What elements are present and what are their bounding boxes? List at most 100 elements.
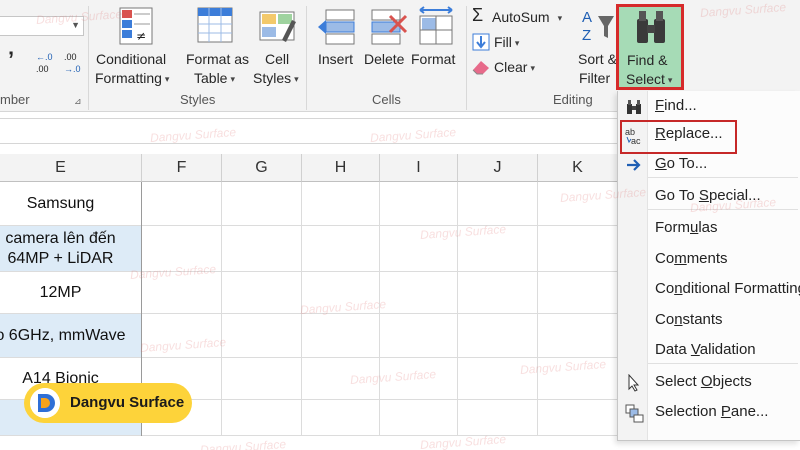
fill-down-icon[interactable]	[472, 33, 490, 51]
table-cell[interactable]: 12MP	[0, 272, 142, 314]
menu-item-label: Go To Special...	[655, 187, 761, 204]
table-cell[interactable]	[380, 400, 458, 436]
cell-styles-button[interactable]: Styles ▾	[253, 69, 299, 89]
number-format-dropdown[interactable]: ▼	[0, 16, 84, 36]
svg-text:→.0: →.0	[64, 64, 81, 74]
sort-filter-icon[interactable]: A Z	[580, 6, 616, 46]
format-as-table-icon[interactable]	[196, 6, 234, 46]
menu-separator	[648, 209, 798, 210]
comma-style-button[interactable]: ’	[8, 49, 14, 71]
conditional-formatting-label-1[interactable]: Conditional	[96, 50, 166, 69]
column-header[interactable]: E	[0, 154, 142, 182]
table-cell[interactable]	[538, 272, 618, 314]
table-cell[interactable]	[538, 314, 618, 358]
format-cells-icon[interactable]	[416, 6, 456, 46]
menu-item-label: Conditional Formatting	[655, 280, 800, 297]
eraser-icon[interactable]	[471, 58, 491, 76]
table-cell[interactable]	[380, 226, 458, 272]
binoculars-icon	[625, 98, 643, 116]
format-button[interactable]: Format	[411, 50, 455, 69]
table-cell[interactable]	[222, 314, 302, 358]
menu-item[interactable]: Find...	[618, 93, 800, 121]
table-cell[interactable]	[222, 182, 302, 226]
editing-group-label: Editing	[553, 92, 593, 107]
table-cell[interactable]	[302, 400, 380, 436]
svg-text:≠: ≠	[136, 29, 146, 43]
autosum-button[interactable]: AutoSum ▾	[492, 8, 562, 28]
format-as-table-label-1[interactable]: Format as	[186, 50, 249, 69]
table-cell[interactable]	[458, 182, 538, 226]
menu-separator	[648, 177, 798, 178]
menu-item[interactable]: Select Objects	[618, 369, 800, 397]
replace-highlight-box	[620, 120, 737, 154]
column-header[interactable]: J	[458, 154, 538, 182]
column-header[interactable]: K	[538, 154, 618, 182]
column-header[interactable]: F	[142, 154, 222, 182]
table-cell[interactable]: o 6GHz, mmWave	[0, 314, 142, 358]
table-cell[interactable]	[458, 314, 538, 358]
menu-item[interactable]: Comments	[618, 246, 800, 274]
ribbon-separator	[466, 6, 467, 110]
menu-item[interactable]: Go To Special...	[618, 183, 800, 211]
clear-button[interactable]: Clear ▾	[494, 58, 535, 78]
table-cell[interactable]	[142, 272, 222, 314]
table-cell[interactable]	[538, 226, 618, 272]
menu-item-label: Find...	[655, 97, 697, 114]
menu-item[interactable]: Go To...	[618, 151, 800, 179]
delete-cells-icon[interactable]	[368, 6, 408, 46]
menu-item[interactable]: Formulas	[618, 215, 800, 243]
delete-button[interactable]: Delete	[364, 50, 404, 69]
table-cell[interactable]	[458, 358, 538, 400]
column-header[interactable]: I	[380, 154, 458, 182]
column-header[interactable]: H	[302, 154, 380, 182]
insert-cells-icon[interactable]	[316, 6, 356, 46]
brand-badge: Dangvu Surface	[24, 383, 192, 423]
cell-styles-icon[interactable]	[258, 6, 296, 46]
menu-item[interactable]: Conditional Formatting	[618, 276, 800, 304]
cell-styles-label-1[interactable]: Cell	[265, 50, 289, 69]
table-cell[interactable]: camera lên đến 64MP + LiDAR	[0, 226, 142, 272]
sort-filter-button[interactable]: Filter	[579, 69, 610, 88]
table-cell[interactable]	[380, 272, 458, 314]
dialog-launcher-icon[interactable]: ⊿	[74, 96, 82, 107]
table-cell[interactable]	[302, 358, 380, 400]
table-cell[interactable]	[380, 358, 458, 400]
table-cell[interactable]	[538, 182, 618, 226]
fill-button[interactable]: Fill ▾	[494, 33, 519, 53]
conditional-formatting-icon[interactable]: ≠	[118, 6, 154, 46]
find-select-button[interactable]: Find & Select ▾	[616, 4, 684, 90]
increase-decimal-icon[interactable]: ←.0 .00	[34, 50, 60, 76]
column-header[interactable]: G	[222, 154, 302, 182]
table-cell[interactable]	[142, 314, 222, 358]
table-cell[interactable]	[222, 272, 302, 314]
table-cell[interactable]	[380, 182, 458, 226]
sigma-icon[interactable]: Σ	[472, 6, 483, 25]
table-cell[interactable]	[142, 226, 222, 272]
table-cell[interactable]	[142, 182, 222, 226]
table-cell[interactable]	[458, 226, 538, 272]
decrease-decimal-icon[interactable]: .00 →.0	[62, 50, 88, 76]
insert-button[interactable]: Insert	[318, 50, 353, 69]
table-cell[interactable]	[222, 226, 302, 272]
menu-item[interactable]: Constants	[618, 307, 800, 335]
table-cell[interactable]	[302, 314, 380, 358]
table-cell[interactable]	[302, 226, 380, 272]
table-cell[interactable]	[302, 182, 380, 226]
table-cell[interactable]	[458, 272, 538, 314]
find-select-label-1: Find &	[627, 52, 668, 68]
table-cell[interactable]	[458, 400, 538, 436]
table-cell[interactable]	[538, 358, 618, 400]
table-cell[interactable]	[222, 358, 302, 400]
table-cell[interactable]	[302, 272, 380, 314]
table-cell[interactable]	[538, 400, 618, 436]
sort-filter-label-1[interactable]: Sort &	[578, 50, 617, 69]
format-as-table-button[interactable]: Table ▾	[194, 69, 235, 89]
table-cell[interactable]	[380, 314, 458, 358]
table-cell[interactable]: Samsung	[0, 182, 142, 226]
cursor-icon	[625, 373, 643, 392]
table-cell[interactable]	[222, 400, 302, 436]
conditional-formatting-button[interactable]: Formatting ▾	[95, 69, 169, 89]
menu-item-label: Formulas	[655, 219, 718, 236]
menu-item[interactable]: Selection Pane...	[618, 399, 800, 427]
menu-item[interactable]: Data Validation	[618, 337, 800, 365]
